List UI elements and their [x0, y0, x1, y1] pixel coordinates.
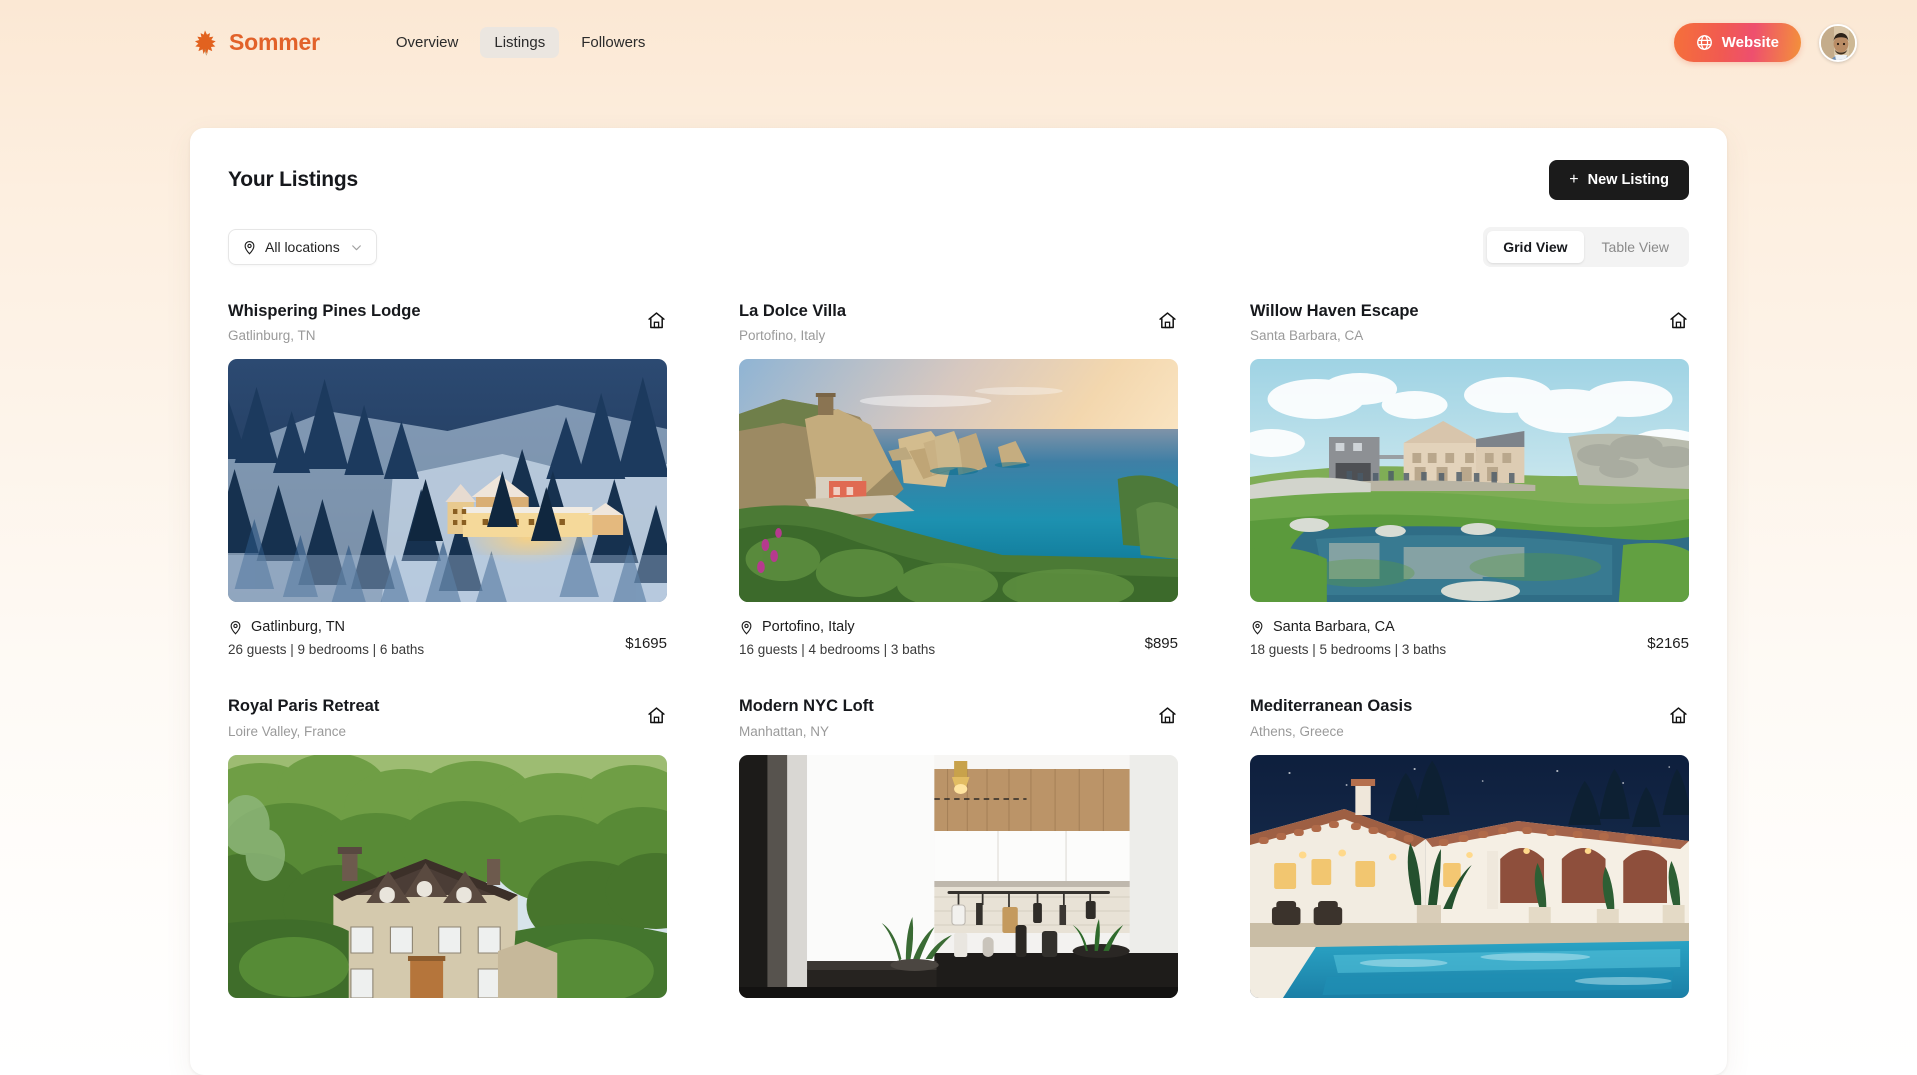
listing-meta: 26 guests | 9 bedrooms | 6 baths — [228, 642, 425, 658]
nav-item-overview[interactable]: Overview — [382, 27, 473, 58]
location-pin-icon — [230, 620, 241, 635]
listing-card-footer: Gatlinburg, TN 26 guests | 9 bedrooms | … — [228, 619, 667, 657]
listing-card-header: Whispering Pines Lodge Gatlinburg, TN — [228, 300, 667, 343]
listing-card-footer: Portofino, Italy 16 guests | 4 bedrooms … — [739, 619, 1178, 657]
grid-view-tab[interactable]: Grid View — [1487, 231, 1584, 263]
listing-card-header: Royal Paris Retreat Loire Valley, France — [228, 695, 667, 739]
app-header: Sommer Overview Listings Followers Websi… — [0, 0, 1917, 85]
listing-location-label: Portofino, Italy — [762, 619, 855, 636]
nav-item-followers[interactable]: Followers — [567, 27, 659, 58]
globe-icon — [1696, 35, 1712, 50]
header-actions: Website — [1673, 23, 1857, 62]
listing-card[interactable]: Mediterranean Oasis Athens, Greece — [1250, 695, 1689, 998]
country-manor-trees-image — [228, 754, 667, 998]
home-icon[interactable] — [1157, 310, 1178, 331]
listing-title: Royal Paris Retreat — [228, 697, 380, 716]
location-pin-icon — [741, 620, 752, 635]
listings-panel: Your Listings + New Listing All location… — [190, 128, 1727, 1075]
listing-card-header: Willow Haven Escape Santa Barbara, CA — [1250, 300, 1689, 343]
new-listing-button[interactable]: + New Listing — [1549, 160, 1689, 200]
maple-leaf-icon — [194, 29, 216, 55]
brand-name: Sommer — [229, 29, 320, 55]
listing-meta: 16 guests | 4 bedrooms | 3 baths — [739, 642, 936, 658]
main-navigation: Overview Listings Followers — [382, 27, 660, 58]
listing-subtitle: Gatlinburg, TN — [228, 328, 316, 344]
page-title: Your Listings — [228, 168, 359, 191]
website-button[interactable]: Website — [1673, 23, 1801, 62]
listing-subtitle: Santa Barbara, CA — [1250, 328, 1364, 344]
listing-location: Santa Barbara, CA — [1250, 619, 1446, 635]
brand-logo[interactable]: Sommer — [190, 28, 320, 58]
listing-photo — [1250, 359, 1689, 603]
listing-subtitle: Athens, Greece — [1250, 723, 1344, 739]
listing-price: $2165 — [1647, 635, 1689, 653]
panel-header: Your Listings + New Listing — [228, 160, 1689, 200]
chevron-down-icon — [351, 244, 361, 250]
nav-item-listings[interactable]: Listings — [480, 27, 560, 58]
listing-meta: 18 guests | 5 bedrooms | 3 baths — [1250, 642, 1447, 658]
listing-location-label: Gatlinburg, TN — [251, 619, 346, 636]
listing-photo — [228, 359, 667, 603]
listing-title: Willow Haven Escape — [1250, 302, 1419, 320]
modern-kitchen-loft-image — [739, 754, 1178, 998]
listing-card[interactable]: Royal Paris Retreat Loire Valley, France — [228, 695, 667, 998]
listing-card[interactable]: Willow Haven Escape Santa Barbara, CA Sa… — [1250, 300, 1689, 657]
location-filter-label: All locations — [265, 239, 340, 255]
listing-subtitle: Portofino, Italy — [739, 328, 826, 344]
home-icon[interactable] — [1668, 310, 1689, 331]
avatar[interactable] — [1819, 23, 1857, 62]
villa-pool-night-image — [1250, 754, 1689, 998]
listing-title: Mediterranean Oasis — [1250, 697, 1413, 716]
listing-subtitle: Manhattan, NY — [739, 723, 830, 739]
listing-card-header: La Dolce Villa Portofino, Italy — [739, 300, 1178, 343]
home-icon[interactable] — [1668, 705, 1689, 726]
green-hill-lake-house-image — [1250, 359, 1689, 603]
listing-photo — [1250, 754, 1689, 998]
listing-card-header: Mediterranean Oasis Athens, Greece — [1250, 695, 1689, 739]
listings-grid: Whispering Pines Lodge Gatlinburg, TN Ga… — [228, 300, 1689, 998]
location-pin-icon — [1252, 620, 1263, 635]
listing-title: Modern NYC Loft — [739, 697, 874, 716]
listing-price: $895 — [1144, 635, 1178, 653]
user-avatar-image — [1821, 25, 1855, 60]
website-button-label: Website — [1721, 34, 1779, 51]
listing-photo — [739, 359, 1178, 603]
new-listing-button-label: New Listing — [1587, 172, 1669, 188]
listing-price: $1695 — [625, 635, 667, 653]
listing-location-label: Santa Barbara, CA — [1273, 619, 1395, 636]
listing-title: Whispering Pines Lodge — [228, 302, 421, 320]
listing-title: La Dolce Villa — [739, 302, 846, 320]
location-pin-icon — [244, 240, 255, 255]
listing-card-header: Modern NYC Loft Manhattan, NY — [739, 695, 1178, 739]
listings-toolbar: All locations Grid View Table View — [228, 227, 1689, 267]
snowy-forest-lodge-image — [228, 359, 667, 603]
table-view-tab[interactable]: Table View — [1586, 231, 1685, 263]
listing-photo — [739, 754, 1178, 998]
listing-photo — [228, 754, 667, 998]
listing-card[interactable]: Whispering Pines Lodge Gatlinburg, TN Ga… — [228, 300, 667, 657]
listing-card-footer: Santa Barbara, CA 18 guests | 5 bedrooms… — [1250, 619, 1689, 657]
plus-icon: + — [1569, 171, 1579, 188]
coastal-cliffs-sunset-image — [739, 359, 1178, 603]
listing-location: Gatlinburg, TN — [228, 619, 424, 635]
home-icon[interactable] — [646, 310, 667, 331]
listing-card[interactable]: La Dolce Villa Portofino, Italy Portofin… — [739, 300, 1178, 657]
view-toggle: Grid View Table View — [1483, 227, 1689, 267]
listing-card[interactable]: Modern NYC Loft Manhattan, NY — [739, 695, 1178, 998]
listing-location: Portofino, Italy — [739, 619, 935, 635]
home-icon[interactable] — [646, 705, 667, 726]
listing-subtitle: Loire Valley, France — [228, 723, 347, 739]
location-filter-dropdown[interactable]: All locations — [228, 229, 377, 265]
home-icon[interactable] — [1157, 705, 1178, 726]
